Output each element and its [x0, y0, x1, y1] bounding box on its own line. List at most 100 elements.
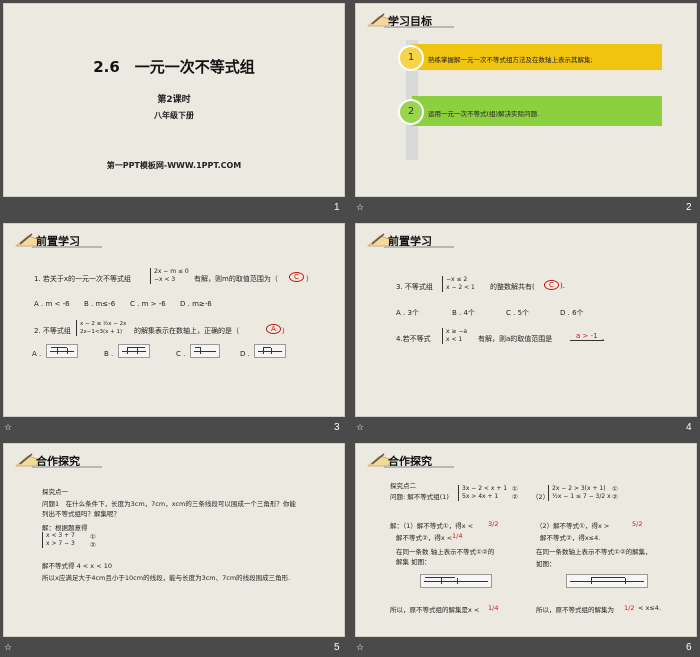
number-line-a: [46, 344, 78, 358]
right-system: 2x − 2 > 3(x + 1) ½x − 1 ≤ 7 − 3/2 x: [548, 485, 611, 501]
left-system: 3x − 2 < x + 1 5x > 4x + 1: [458, 485, 507, 501]
option-b: B . 4个: [452, 309, 475, 317]
header-underline: [384, 26, 454, 28]
slide-number: 5: [334, 642, 340, 653]
slide-number: 1: [334, 202, 340, 213]
right-step-2: 解不等式②，得x≤4.: [540, 534, 601, 542]
option-a: A . m < -6: [34, 300, 70, 308]
left-frac-3: 1/4: [488, 604, 499, 612]
question-2-prefix: 2. 不等式组: [34, 327, 71, 335]
inequality-system: x < 3 + 7 x > 7 − 3: [42, 532, 75, 548]
problem-line-1: 问题1 在什么条件下，长度为3cm，7cm，xcm的三条线段可以围成一个三角形？…: [42, 500, 296, 508]
slide-thumbnail-6[interactable]: 合作探究 探究点二 问题: 解不等式组(1) 3x − 2 < x + 1 5x…: [356, 444, 696, 636]
question-4-suffix: 有解，则a的取值范围是: [478, 335, 553, 343]
option-d: D . 6个: [560, 309, 584, 317]
slide-thumbnail-3[interactable]: 前置学习 1. 若关于x的一元一次不等式组 2x − m ≤ 0 −x < 3 …: [4, 224, 344, 416]
option-b: B . m≤-6: [84, 300, 116, 308]
slide-thumbnail-4[interactable]: 前置学习 3. 不等式组 −x ≤ 2 x − 2 < 1 的整数解共有( C …: [356, 224, 696, 416]
left-step-4: 解集 如图：: [396, 558, 431, 566]
slide-number: 3: [334, 422, 340, 433]
question-2-answer: A: [266, 324, 281, 334]
option-c: C . m > -6: [130, 300, 166, 308]
left-conclusion: 所以，原不等式组的解集是x <: [390, 606, 480, 614]
slide-grade: 八年级下册: [154, 111, 194, 120]
question-1-answer: C: [289, 272, 304, 282]
slide-number: 4: [686, 422, 692, 433]
question-3-answer: C: [544, 280, 559, 290]
option-d: D .: [240, 350, 250, 358]
goal-text-2: 运用一元一次不等式(组)解决实际问题.: [428, 110, 540, 118]
question-2-close: ）: [282, 327, 289, 335]
question-3-system: −x ≤ 2 x − 2 < 1: [442, 276, 475, 292]
option-c: C .: [176, 350, 186, 358]
slide-lesson: 第2课时: [157, 95, 191, 105]
header-underline: [384, 466, 454, 468]
option-d: D . m≥-6: [180, 300, 212, 308]
right-frac-1: 5/2: [632, 520, 643, 528]
tag-2: ②: [512, 493, 518, 501]
question-2-suffix: 的解集表示在数轴上，正确的是（: [134, 327, 239, 335]
slide-thumbnail-5[interactable]: 合作探究 探究点一 问题1 在什么条件下，长度为3cm，7cm，xcm的三条线段…: [4, 444, 344, 636]
right-step-1: （2）解不等式①，得x >: [536, 522, 610, 530]
problem-line-2: 列出不等式组吗？解集呢？: [42, 510, 120, 518]
question-4-answer: a > -1: [570, 332, 604, 341]
number-line-left: [420, 574, 492, 588]
star-icon[interactable]: ☆: [356, 643, 364, 653]
right-frac-2: 1/2: [624, 604, 635, 612]
question-1-close: ）: [306, 275, 313, 283]
option-b: B .: [104, 350, 114, 358]
number-line-b: [118, 344, 150, 358]
number-line-d: [254, 344, 286, 358]
tag-1: ①: [512, 485, 518, 493]
question-2-system: x − 2 ≤ ½x − 2x 2x−1<3(x + 1): [76, 320, 126, 336]
solution-intro: 解：根据题意得: [42, 524, 88, 532]
question-1-prefix: 1. 若关于x的一元一次不等式组: [34, 275, 132, 283]
star-icon[interactable]: ☆: [356, 203, 364, 213]
tag-1: ①: [90, 533, 96, 541]
question-1-system: 2x − m ≤ 0 −x < 3: [150, 268, 189, 284]
question-4-close: .: [602, 334, 605, 342]
section-label: 探究点二: [390, 482, 416, 490]
goal-text-1: 熟练掌握解一元一次不等式组方法及在数轴上表示其解集;: [428, 56, 593, 64]
goal-badge-1: 1: [398, 45, 424, 71]
slide-number: 2: [686, 202, 692, 213]
right-step-3: 在同一条数轴上表示不等式①②的解集，: [536, 548, 652, 556]
problem-label: 问题: 解不等式组(1): [390, 493, 449, 501]
number-line-c: [190, 344, 220, 358]
left-step-2: 解不等式②，得x <: [396, 534, 453, 542]
question-3-close: ).: [560, 282, 565, 290]
left-step-1: 解：（1）解不等式①，得x <: [390, 522, 474, 530]
number-line-right: [566, 574, 648, 588]
option-c: C . 5个: [506, 309, 530, 317]
header-underline: [32, 246, 102, 248]
option-a: A .: [32, 350, 42, 358]
left-frac-1: 3/2: [488, 520, 499, 528]
section-label: 探究点一: [42, 488, 68, 496]
star-icon[interactable]: ☆: [4, 643, 12, 653]
right-step-4: 如图：: [536, 560, 556, 568]
question-3-suffix: 的整数解共有(: [490, 283, 535, 291]
slide-footer-text: 第一PPT模板网-WWW.1PPT.COM: [106, 161, 242, 170]
header-underline: [384, 246, 454, 248]
left-frac-2: 1/4: [452, 532, 463, 540]
right-conclusion-tail: < x≤4.: [638, 604, 662, 612]
star-icon[interactable]: ☆: [4, 423, 12, 433]
right-conclusion: 所以，原不等式组的解集为: [536, 606, 614, 614]
slide-thumbnail-1[interactable]: 2.6 一元一次不等式组 第2课时 八年级下册 第一PPT模板网-WWW.1PP…: [4, 4, 344, 196]
question-4-prefix: 4.若不等式: [396, 335, 431, 343]
question-3-prefix: 3. 不等式组: [396, 283, 433, 291]
option-a: A . 3个: [396, 309, 419, 317]
slide-title: 2.6 一元一次不等式组: [93, 58, 255, 76]
part-2-label: （2）: [532, 493, 550, 501]
star-icon[interactable]: ☆: [356, 423, 364, 433]
left-step-3: 在同一条数 轴上表示不等式①②的: [396, 548, 495, 556]
tag-2: ②: [90, 541, 96, 549]
tag-1: ①: [612, 485, 618, 493]
header-underline: [32, 466, 102, 468]
goal-badge-2: 2: [398, 99, 424, 125]
slide-thumbnail-2[interactable]: 学习目标 1 熟练掌握解一元一次不等式组方法及在数轴上表示其解集; 2 运用一元…: [356, 4, 696, 196]
solution-result: 解不等式得 4 < x < 10: [42, 562, 112, 570]
question-1-suffix: 有解，则m的取值范围为（: [194, 275, 278, 283]
slide-number: 6: [686, 642, 692, 653]
tag-2: ②: [612, 493, 618, 501]
